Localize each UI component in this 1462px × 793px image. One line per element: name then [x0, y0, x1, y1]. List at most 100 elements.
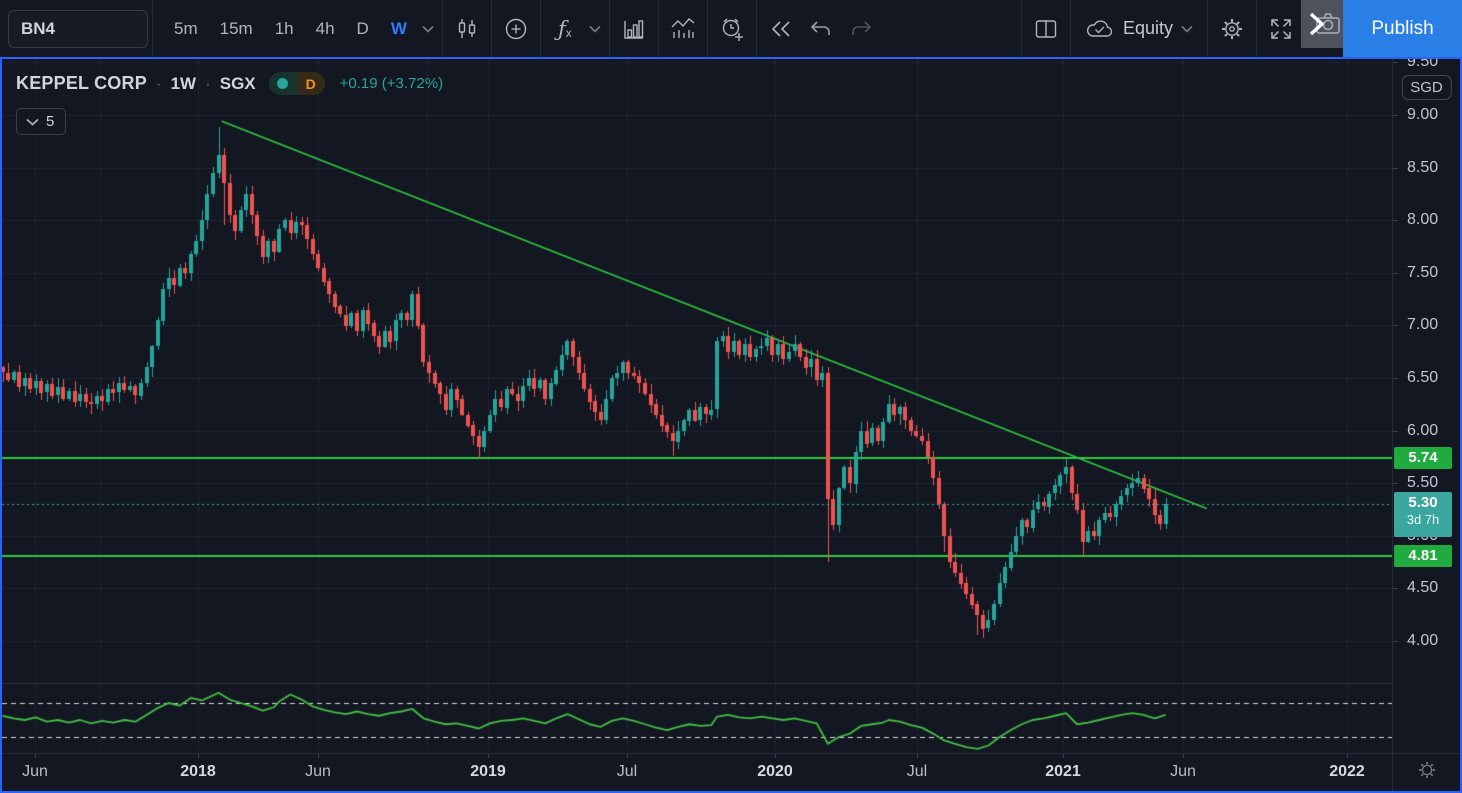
- timeframe-group: 5m 15m 1h 4h D W: [163, 0, 418, 57]
- price-change-text: +0.19 (+3.72%): [339, 75, 444, 92]
- timeframe-w[interactable]: W: [380, 0, 418, 57]
- trading-platform-window: BN4 5m 15m 1h 4h D W ƒx Equity Publish K…: [0, 0, 1462, 793]
- toolbar-divider: [490, 0, 492, 57]
- price-axis-label: 6.00: [1393, 421, 1460, 441]
- fullscreen-button[interactable]: [1261, 0, 1301, 57]
- time-axis-label: 2019: [470, 763, 506, 780]
- symbol-search-input[interactable]: BN4: [8, 9, 148, 48]
- timeframe-d[interactable]: D: [346, 0, 380, 57]
- timeframe-1h[interactable]: 1h: [264, 0, 305, 57]
- cloud-check-icon: [1085, 18, 1115, 40]
- price-axis-label: 5.50: [1393, 473, 1460, 493]
- time-axis-label: Jul: [906, 763, 928, 780]
- indicator-count: 5: [46, 113, 55, 130]
- price-axis-label: 9.50: [1393, 59, 1460, 72]
- resistance-price-badge: 5.74: [1394, 446, 1452, 469]
- time-axis-tick: [318, 754, 319, 758]
- time-axis-label: 2018: [180, 763, 216, 780]
- delayed-data-badge: D: [296, 72, 325, 95]
- bar-countdown: 3d 7h: [1406, 512, 1440, 528]
- snapshot-button[interactable]: [1301, 0, 1343, 48]
- time-axis-tick: [1347, 754, 1348, 758]
- price-axis-label: 4.00: [1393, 631, 1460, 651]
- time-axis-tick: [198, 754, 199, 758]
- time-axis-label: 2021: [1045, 763, 1081, 780]
- redo-arrow-icon: [849, 19, 873, 39]
- toolbar-divider: [1020, 0, 1022, 57]
- price-axis-label: 6.50: [1393, 368, 1460, 388]
- circle-plus-icon: [503, 16, 529, 42]
- compare-add-button[interactable]: [496, 0, 536, 57]
- time-axis-tick: [917, 754, 918, 758]
- gear-icon: [1219, 16, 1245, 42]
- toolbar-divider: [608, 0, 610, 57]
- time-axis-tick: [627, 754, 628, 758]
- time-axis-tick: [488, 754, 489, 758]
- cloud-layout-menu-button[interactable]: Equity: [1075, 0, 1203, 57]
- time-axis-tick: [775, 754, 776, 758]
- layout-select-button[interactable]: [1026, 0, 1066, 57]
- toolbar-divider: [441, 0, 443, 57]
- layout-name-label: Equity: [1122, 18, 1173, 38]
- chevron-right-cursor-icon: [1303, 11, 1329, 42]
- indicators-collapse-button[interactable]: 5: [16, 108, 67, 135]
- timeframe-15m[interactable]: 15m: [209, 0, 264, 57]
- price-axis-label: 7.50: [1393, 263, 1460, 283]
- timeframe-dropdown-chevron-icon[interactable]: [418, 0, 438, 57]
- price-axis-label: 7.00: [1393, 315, 1460, 335]
- time-axis[interactable]: Jun 2018 Jun 2019 Jul 2020 Jul 2021 Jun 2022: [2, 753, 1392, 791]
- add-alert-button[interactable]: [712, 0, 752, 57]
- time-axis-tick: [1183, 754, 1184, 758]
- top-toolbar: BN4 5m 15m 1h 4h D W ƒx Equity Publish: [0, 0, 1462, 57]
- replay-button[interactable]: [761, 0, 801, 57]
- publish-button[interactable]: Publish: [1343, 0, 1462, 57]
- chevron-down-icon: [1181, 25, 1193, 33]
- title-separator: ·: [205, 73, 211, 93]
- toolbar-divider: [1069, 0, 1071, 57]
- rewind-icon: [769, 19, 793, 39]
- axis-settings-corner[interactable]: [1392, 753, 1460, 791]
- title-separator: ·: [155, 73, 162, 93]
- split-layout-icon: [1034, 18, 1058, 40]
- price-axis[interactable]: SGD 5.74 5.30 3d 7h 4.81 9.50 9.00 8.50 8.0…: [1392, 59, 1460, 753]
- toolbar-divider: [657, 0, 659, 57]
- chart-legend[interactable]: KEPPEL CORP · 1W · SGX D +0.19 (+3.72%): [16, 72, 443, 95]
- last-price-badge: 5.30 3d 7h: [1394, 492, 1452, 538]
- time-axis-tick: [35, 754, 36, 758]
- chart-style-candles-button[interactable]: [447, 0, 487, 57]
- indicators-button[interactable]: ƒx: [545, 0, 585, 57]
- indicator-templates-button[interactable]: [614, 0, 654, 57]
- chart-settings-button[interactable]: [1212, 0, 1252, 57]
- axis-settings-gear-icon: [1417, 760, 1437, 785]
- timeframe-4h[interactable]: 4h: [305, 0, 346, 57]
- fx-icon: ƒ: [557, 16, 566, 41]
- last-price-value: 5.30: [1408, 494, 1438, 512]
- support-price-badge: 4.81: [1394, 544, 1452, 567]
- price-chart-canvas[interactable]: [2, 59, 1392, 752]
- time-axis-label: Jun: [1170, 763, 1196, 780]
- time-axis-label: 2020: [757, 763, 793, 780]
- redo-button[interactable]: [841, 0, 881, 57]
- currency-badge[interactable]: SGD: [1401, 75, 1452, 100]
- price-axis-label: 4.50: [1393, 578, 1460, 598]
- forecast-line-bars-button[interactable]: [663, 0, 703, 57]
- symbol-text: BN4: [21, 18, 56, 38]
- undo-button[interactable]: [801, 0, 841, 57]
- exchange-label: SGX: [219, 73, 256, 93]
- toolbar-divider: [539, 0, 541, 57]
- chart-area: KEPPEL CORP · 1W · SGX D +0.19 (+3.72%) …: [2, 59, 1460, 791]
- toolbar-divider: [1256, 0, 1257, 57]
- chevron-down-icon: [26, 118, 39, 126]
- time-axis-label: Jun: [305, 763, 331, 780]
- indicators-dropdown-chevron-icon[interactable]: [585, 0, 605, 57]
- fullscreen-arrows-icon: [1268, 16, 1294, 42]
- data-mode-pill[interactable]: D: [268, 72, 325, 95]
- symbol-title: KEPPEL CORP: [16, 73, 147, 93]
- realtime-dot-segment: [268, 72, 297, 95]
- interval-label: 1W: [170, 73, 197, 93]
- undo-arrow-icon: [809, 19, 833, 39]
- timeframe-5m[interactable]: 5m: [163, 0, 209, 57]
- chart-widget: KEPPEL CORP · 1W · SGX D +0.19 (+3.72%) …: [0, 57, 1462, 793]
- candlestick-icon: [455, 17, 479, 41]
- toolbar-divider: [152, 0, 153, 57]
